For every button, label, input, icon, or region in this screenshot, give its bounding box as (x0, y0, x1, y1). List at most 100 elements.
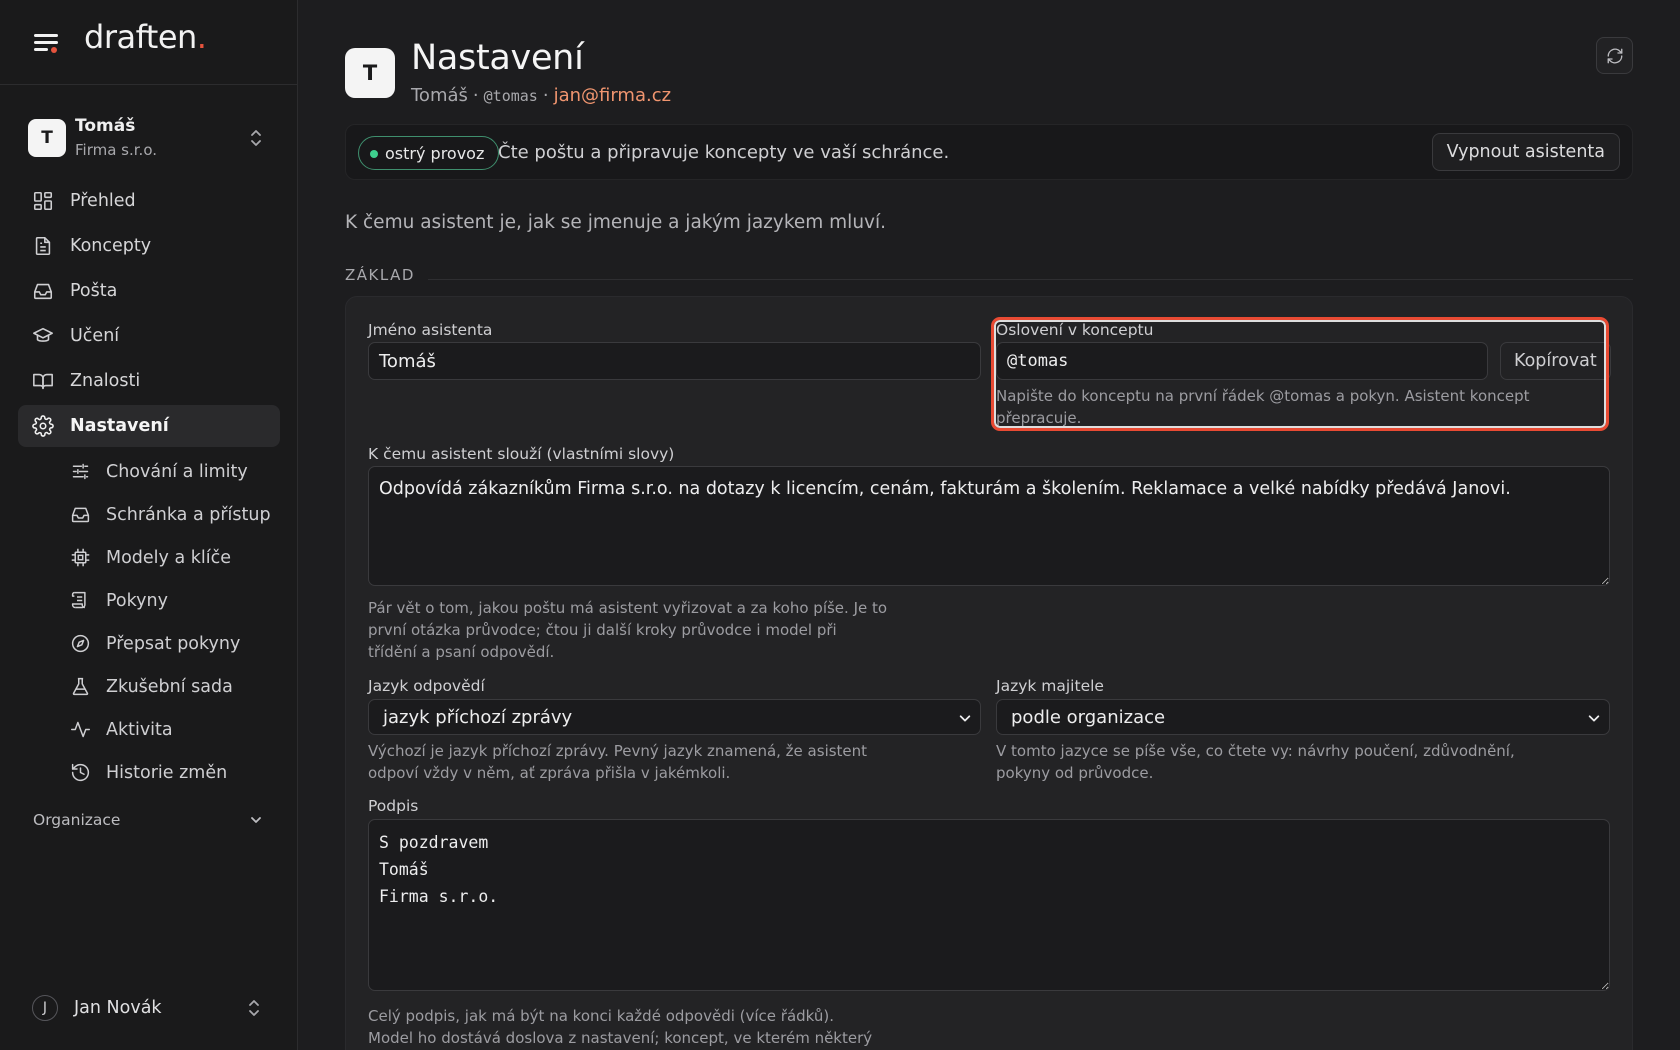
activity-icon (70, 719, 91, 740)
account-switcher[interactable]: T Tomáš Firma s.r.o. (18, 106, 280, 168)
sidebar-item-nastaveni[interactable]: Nastavení (18, 405, 280, 447)
sidebar-item-uceni[interactable]: Učení (18, 315, 280, 357)
sidebar-subitem-schranka[interactable]: Schránka a přístup (18, 493, 280, 536)
logo-text: draften (84, 18, 197, 56)
sidebar-item-posta[interactable]: Pošta (18, 270, 280, 312)
signature-help: Celý podpis, jak má být na konci každé o… (368, 1007, 873, 1047)
sidebar-subitem-modely[interactable]: Modely a klíče (18, 536, 280, 579)
reply-language-value: jazyk příchozí zprávy (383, 706, 573, 728)
chevron-down-icon (958, 711, 972, 725)
owner-email-link[interactable]: jan@firma.cz (554, 85, 672, 106)
sidebar: draften. T Tomáš Firma s.r.o. Přehled Ko… (0, 0, 298, 1050)
user-name: Jan Novák (74, 998, 162, 1018)
sidebar-item-label: Schránka a přístup (106, 504, 271, 525)
sidebar-item-label: Aktivita (106, 719, 173, 740)
purpose-textarea[interactable]: Odpovídá zákazníkům Firma s.r.o. na dota… (368, 466, 1610, 586)
inbox-icon (70, 504, 91, 525)
sidebar-item-label: Pošta (70, 281, 118, 301)
assistant-avatar: T (345, 48, 395, 98)
assistant-name-input[interactable]: Tomáš (368, 342, 981, 380)
account-org: Firma s.r.o. (75, 141, 158, 159)
signature-label: Podpis (368, 797, 419, 815)
user-menu[interactable]: J Jan Novák (18, 988, 280, 1028)
sidebar-subitem-chovani[interactable]: Chování a limity (18, 450, 280, 493)
purpose-label: K čemu asistent slouží (vlastními slovy) (368, 445, 675, 463)
sidebar-item-znalosti[interactable]: Znalosti (18, 360, 280, 402)
sliders-icon (70, 461, 91, 482)
assistant-handle: @tomas (483, 87, 538, 105)
sidebar-item-label: Modely a klíče (106, 547, 231, 568)
user-avatar: J (32, 995, 58, 1021)
section-divider (428, 279, 1633, 280)
sidebar-subitem-aktivita[interactable]: Aktivita (18, 708, 280, 751)
disable-assistant-button[interactable]: Vypnout asistenta (1431, 133, 1620, 171)
assistant-name: Tomáš (411, 85, 468, 106)
chevron-up-down-icon (246, 998, 262, 1018)
salutation-help: Napište do konceptu na první řádek @toma… (996, 387, 1530, 427)
gear-icon (32, 415, 54, 437)
book-icon (32, 370, 54, 392)
purpose-help: Pár vět o tom, jakou poštu má asistent v… (368, 599, 888, 661)
compass-icon (70, 633, 91, 654)
inbox-icon (32, 280, 54, 302)
sidebar-item-label: Nastavení (70, 416, 169, 436)
organization-label: Organizace (33, 811, 121, 829)
owner-language-label: Jazyk majitele (996, 677, 1104, 695)
status-badge: ostrý provoz (358, 136, 500, 170)
menu-icon[interactable] (32, 30, 62, 56)
logo[interactable]: draften. (84, 18, 207, 56)
organization-toggle[interactable]: Organizace (18, 802, 280, 838)
document-icon (32, 235, 54, 257)
grid-icon (32, 190, 54, 212)
flask-icon (70, 676, 91, 697)
reply-language-help: Výchozí je jazyk příchozí zprávy. Pevný … (368, 742, 868, 782)
sidebar-item-label: Přehled (70, 191, 136, 211)
status-text: Čte poštu a připravuje koncepty ve vaší … (498, 142, 950, 163)
chevron-down-icon (1587, 711, 1601, 725)
status-bar: ostrý provoz Čte poštu a připravuje konc… (345, 124, 1633, 180)
sidebar-item-label: Zkušební sada (106, 676, 233, 697)
sidebar-item-prehled[interactable]: Přehled (18, 180, 280, 222)
assistant-name-label: Jméno asistenta (368, 321, 493, 339)
sidebar-item-label: Znalosti (70, 371, 141, 391)
separator: · (542, 85, 549, 106)
sidebar-subitem-prepsat[interactable]: Přepsat pokyny (18, 622, 280, 665)
page-subtitle: Tomáš · @tomas · jan@firma.cz (411, 85, 671, 106)
main-content: T Nastavení Tomáš · @tomas · jan@firma.c… (298, 0, 1680, 1050)
scroll-icon (70, 590, 91, 611)
page-title: Nastavení (411, 38, 584, 78)
section-intro: K čemu asistent je, jak se jmenuje a jak… (345, 212, 887, 233)
logo-dot: . (196, 18, 207, 56)
chevron-down-icon (248, 812, 264, 828)
history-icon (70, 762, 91, 783)
salutation-label: Oslovení v konceptu (996, 321, 1154, 339)
chip-icon (70, 547, 91, 568)
separator: · (472, 85, 479, 106)
account-avatar: T (28, 119, 66, 157)
reply-language-label: Jazyk odpovědí (368, 677, 485, 695)
section-heading: ZÁKLAD (345, 266, 415, 284)
refresh-button[interactable] (1596, 37, 1633, 74)
salutation-input[interactable]: @tomas (996, 342, 1488, 380)
basic-settings-card: Jméno asistenta Tomáš Oslovení v koncept… (345, 296, 1633, 1050)
sidebar-item-label: Přepsat pokyny (106, 633, 241, 654)
settings-subnav: Chování a limity Schránka a přístup Mode… (18, 450, 280, 794)
account-name: Tomáš (75, 116, 136, 136)
owner-language-select[interactable]: podle organizace (996, 699, 1610, 735)
signature-textarea[interactable]: S pozdravem Tomáš Firma s.r.o. (368, 819, 1610, 991)
chevron-up-down-icon (248, 128, 264, 148)
sidebar-item-label: Učení (70, 326, 120, 346)
sidebar-nav: Přehled Koncepty Pošta Učení Znalosti Na… (18, 180, 280, 794)
sidebar-subitem-pokyny[interactable]: Pokyny (18, 579, 280, 622)
graduation-cap-icon (32, 325, 54, 347)
sidebar-item-koncepty[interactable]: Koncepty (18, 225, 280, 267)
refresh-icon (1606, 47, 1624, 65)
sidebar-item-label: Chování a limity (106, 461, 248, 482)
brand-header: draften. (0, 0, 297, 85)
reply-language-select[interactable]: jazyk příchozí zprávy (368, 699, 981, 735)
sidebar-subitem-zkusebni[interactable]: Zkušební sada (18, 665, 280, 708)
sidebar-item-label: Pokyny (106, 590, 168, 611)
sidebar-subitem-historie[interactable]: Historie změn (18, 751, 280, 794)
copy-salutation-button[interactable]: Kopírovat (1500, 342, 1611, 380)
owner-language-help: V tomto jazyce se píše vše, co čtete vy:… (996, 742, 1515, 782)
